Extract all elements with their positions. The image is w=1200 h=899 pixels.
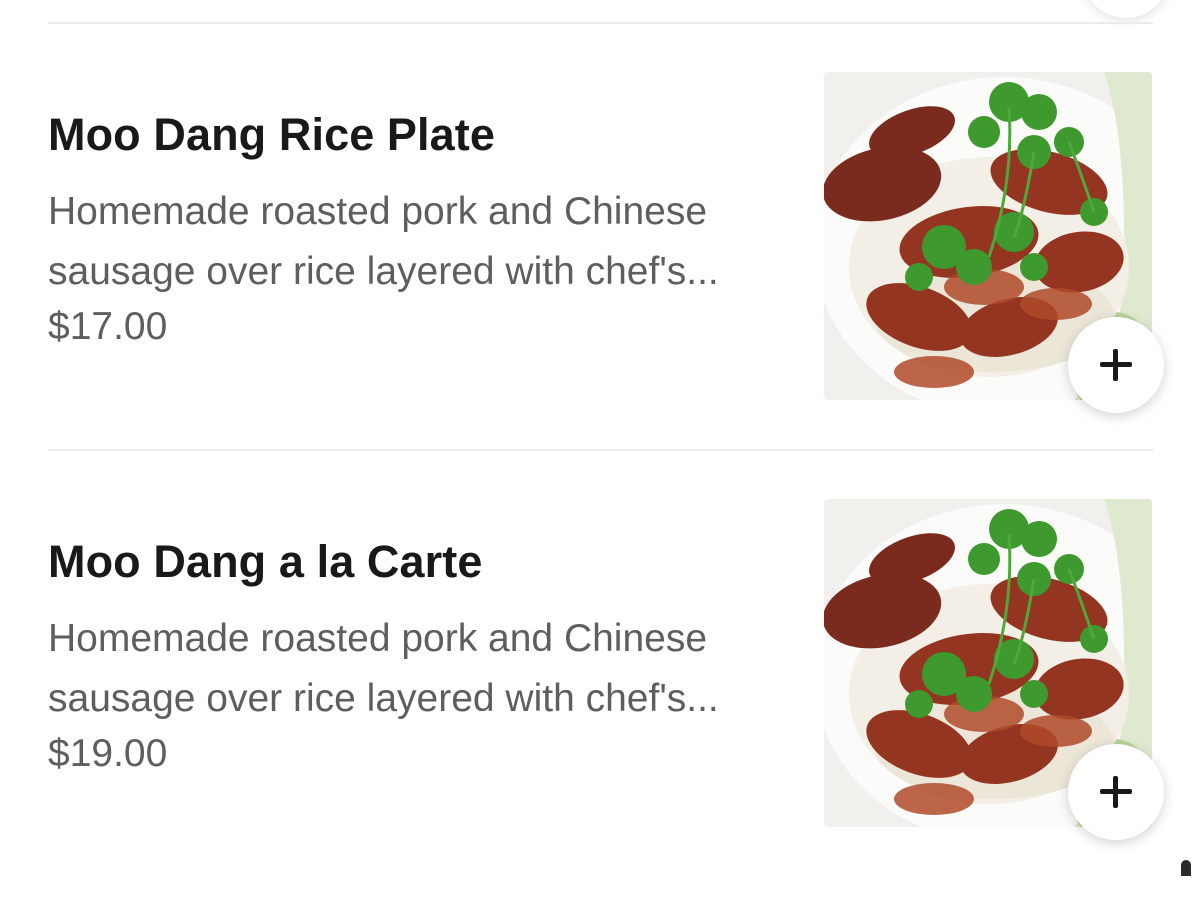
add-button-previous-item[interactable]: [1082, 0, 1170, 18]
item-price: $19.00: [48, 732, 168, 775]
item-name: Moo Dang Rice Plate: [48, 109, 495, 160]
item-price: $17.00: [48, 305, 168, 348]
add-to-cart-button[interactable]: [1068, 744, 1164, 840]
menu-item[interactable]: Moo Dang a la Carte Homemade roasted por…: [0, 499, 1200, 899]
plus-icon: [1100, 776, 1132, 808]
plus-icon: [1100, 349, 1132, 381]
scrollbar[interactable]: [1181, 860, 1191, 876]
item-name: Moo Dang a la Carte: [48, 536, 483, 587]
add-to-cart-button[interactable]: [1068, 317, 1164, 413]
item-divider: [48, 449, 1153, 451]
menu-item[interactable]: Moo Dang Rice Plate Homemade roasted por…: [0, 72, 1200, 472]
item-description: Homemade roasted pork and Chinese sausag…: [48, 190, 719, 293]
item-divider: [48, 22, 1153, 24]
item-description: Homemade roasted pork and Chinese sausag…: [48, 617, 719, 720]
